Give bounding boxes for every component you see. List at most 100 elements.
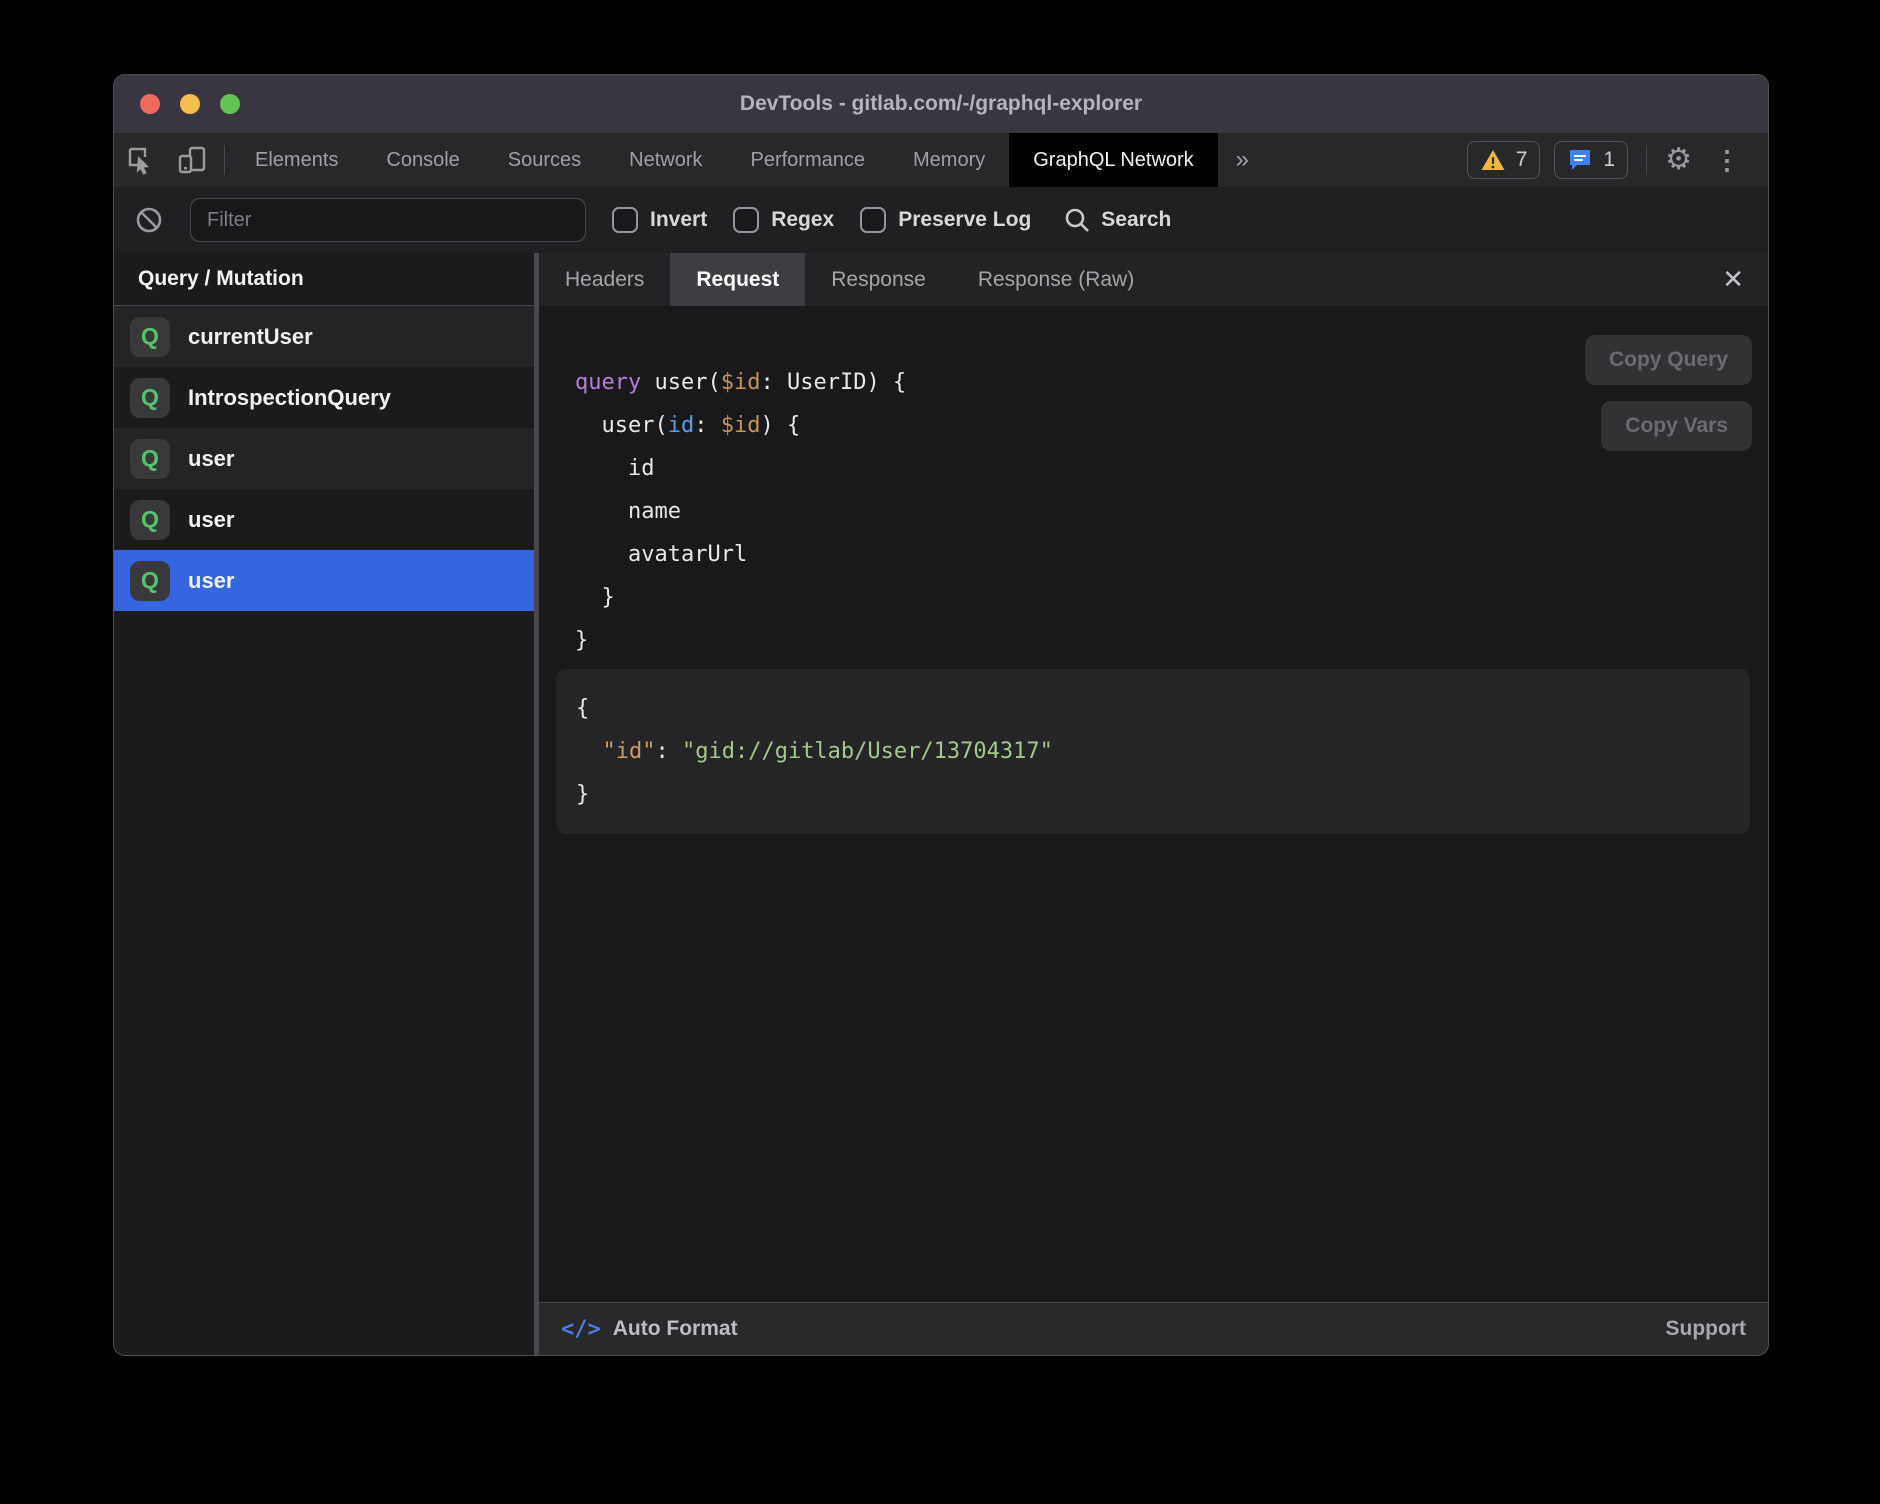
tab-response-label: Response [831,268,926,292]
tab-request-label: Request [696,268,779,292]
tab-console-label: Console [386,149,459,172]
settings-gear-icon[interactable]: ⚙ [1665,145,1692,175]
code-token: avatarUrl [575,542,747,567]
issues-badge[interactable]: 1 [1554,141,1628,179]
regex-checkbox[interactable] [733,207,759,233]
code-token: : [655,739,682,764]
tab-memory[interactable]: Memory [889,133,1009,187]
list-item-user-1[interactable]: Q user [114,428,534,489]
code-token: } [575,585,615,610]
tab-bar-separator [224,145,225,175]
main-area: Query / Mutation Q currentUser Q Introsp… [114,253,1768,1355]
warnings-badge[interactable]: 7 [1467,141,1541,179]
tab-response-raw[interactable]: Response (Raw) [952,253,1160,306]
tab-sources-label: Sources [508,149,581,172]
warning-icon [1480,148,1506,172]
code-token: : [760,370,787,395]
filter-input[interactable] [190,198,586,242]
code-token: } [575,628,588,653]
code-line: } [575,576,1768,619]
code-token: id [575,456,654,481]
code-line: id [575,447,1768,490]
issue-count: 1 [1603,148,1615,172]
query-type-icon: Q [130,317,170,357]
list-item-currentuser[interactable]: Q currentUser [114,306,534,367]
preserve-log-label: Preserve Log [898,208,1031,232]
query-variables-box: { "id": "gid://gitlab/User/13704317" } [556,669,1750,834]
list-item-user-3-selected[interactable]: Q user [114,550,534,611]
detail-tab-bar: Headers Request Response Response (Raw) … [539,253,1768,306]
close-detail-button[interactable]: ✕ [1698,253,1768,306]
code-token: user( [654,370,720,395]
invert-label: Invert [650,208,707,232]
tab-performance[interactable]: Performance [727,133,890,187]
chevron-double-right-icon: » [1236,146,1249,174]
search-control[interactable]: Search [1063,206,1171,234]
tab-console[interactable]: Console [362,133,483,187]
support-link[interactable]: Support [1666,1317,1746,1341]
device-toolbar-icon [176,144,208,176]
tab-response[interactable]: Response [805,253,952,306]
tab-elements-label: Elements [255,149,338,172]
query-type-icon: Q [130,378,170,418]
copy-query-button[interactable]: Copy Query [1585,335,1752,385]
query-type-icon: Q [130,500,170,540]
list-item-label: IntrospectionQuery [188,385,391,411]
tab-bar-controls: 7 1 ⚙ ⋮ [1467,133,1768,187]
list-item-label: user [188,568,234,594]
kebab-menu-icon[interactable]: ⋮ [1706,145,1748,176]
list-item-label: user [188,446,234,472]
tab-elements[interactable]: Elements [231,133,362,187]
invert-checkbox-group: Invert [612,207,707,233]
toggle-device-toolbar-button[interactable] [166,133,218,187]
block-filter-icon[interactable] [134,205,164,235]
invert-checkbox[interactable] [612,207,638,233]
code-token: } [576,782,589,807]
tab-sources[interactable]: Sources [484,133,605,187]
code-line: } [576,773,1750,816]
search-icon [1063,206,1091,234]
tab-headers[interactable]: Headers [539,253,670,306]
auto-format-icon[interactable]: </> [561,1317,601,1342]
code-token [576,739,603,764]
list-item-label: currentUser [188,324,313,350]
code-token: id [668,413,695,438]
code-token: name [575,499,681,524]
detail-footer: </> Auto Format Support [539,1302,1768,1355]
search-label: Search [1101,208,1171,232]
tab-network[interactable]: Network [605,133,726,187]
tab-graphql-network[interactable]: GraphQL Network [1009,133,1217,187]
close-icon: ✕ [1722,264,1744,295]
request-content: Copy Query Copy Vars query user($id: Use… [539,306,1768,1302]
list-item-user-2[interactable]: Q user [114,489,534,550]
code-token: { [576,696,589,721]
code-line: name [575,490,1768,533]
devtools-tab-bar: Elements Console Sources Network Perform… [114,133,1768,187]
code-token: "gid://gitlab/User/13704317" [682,739,1053,764]
controls-separator [1646,145,1647,175]
code-token: $id [721,370,761,395]
tab-request[interactable]: Request [670,253,805,306]
code-line: } [575,619,1768,662]
request-detail-panel: Headers Request Response Response (Raw) … [539,253,1768,1355]
graphql-query-code: query user($id: UserID) { user(id: $id) … [575,361,1768,662]
tab-headers-label: Headers [565,268,644,292]
auto-format-label[interactable]: Auto Format [613,1317,738,1341]
tab-graphql-network-label: GraphQL Network [1033,149,1193,172]
tab-memory-label: Memory [913,149,985,172]
code-token: : [694,413,721,438]
message-bubble-icon [1567,147,1593,173]
code-line: user(id: $id) { [575,404,1768,447]
list-item-introspectionquery[interactable]: Q IntrospectionQuery [114,367,534,428]
window-title: DevTools - gitlab.com/-/graphql-explorer [114,92,1768,116]
query-list-header: Query / Mutation [114,253,534,306]
query-type-icon: Q [130,439,170,479]
code-token: user( [575,413,668,438]
more-tabs-button[interactable]: » [1218,133,1267,187]
preserve-log-checkbox[interactable] [860,207,886,233]
copy-vars-button[interactable]: Copy Vars [1601,401,1752,451]
code-line: "id": "gid://gitlab/User/13704317" [576,730,1750,773]
filter-bar: Invert Regex Preserve Log Search [114,187,1768,253]
preserve-log-checkbox-group: Preserve Log [860,207,1031,233]
inspect-element-button[interactable] [114,133,166,187]
